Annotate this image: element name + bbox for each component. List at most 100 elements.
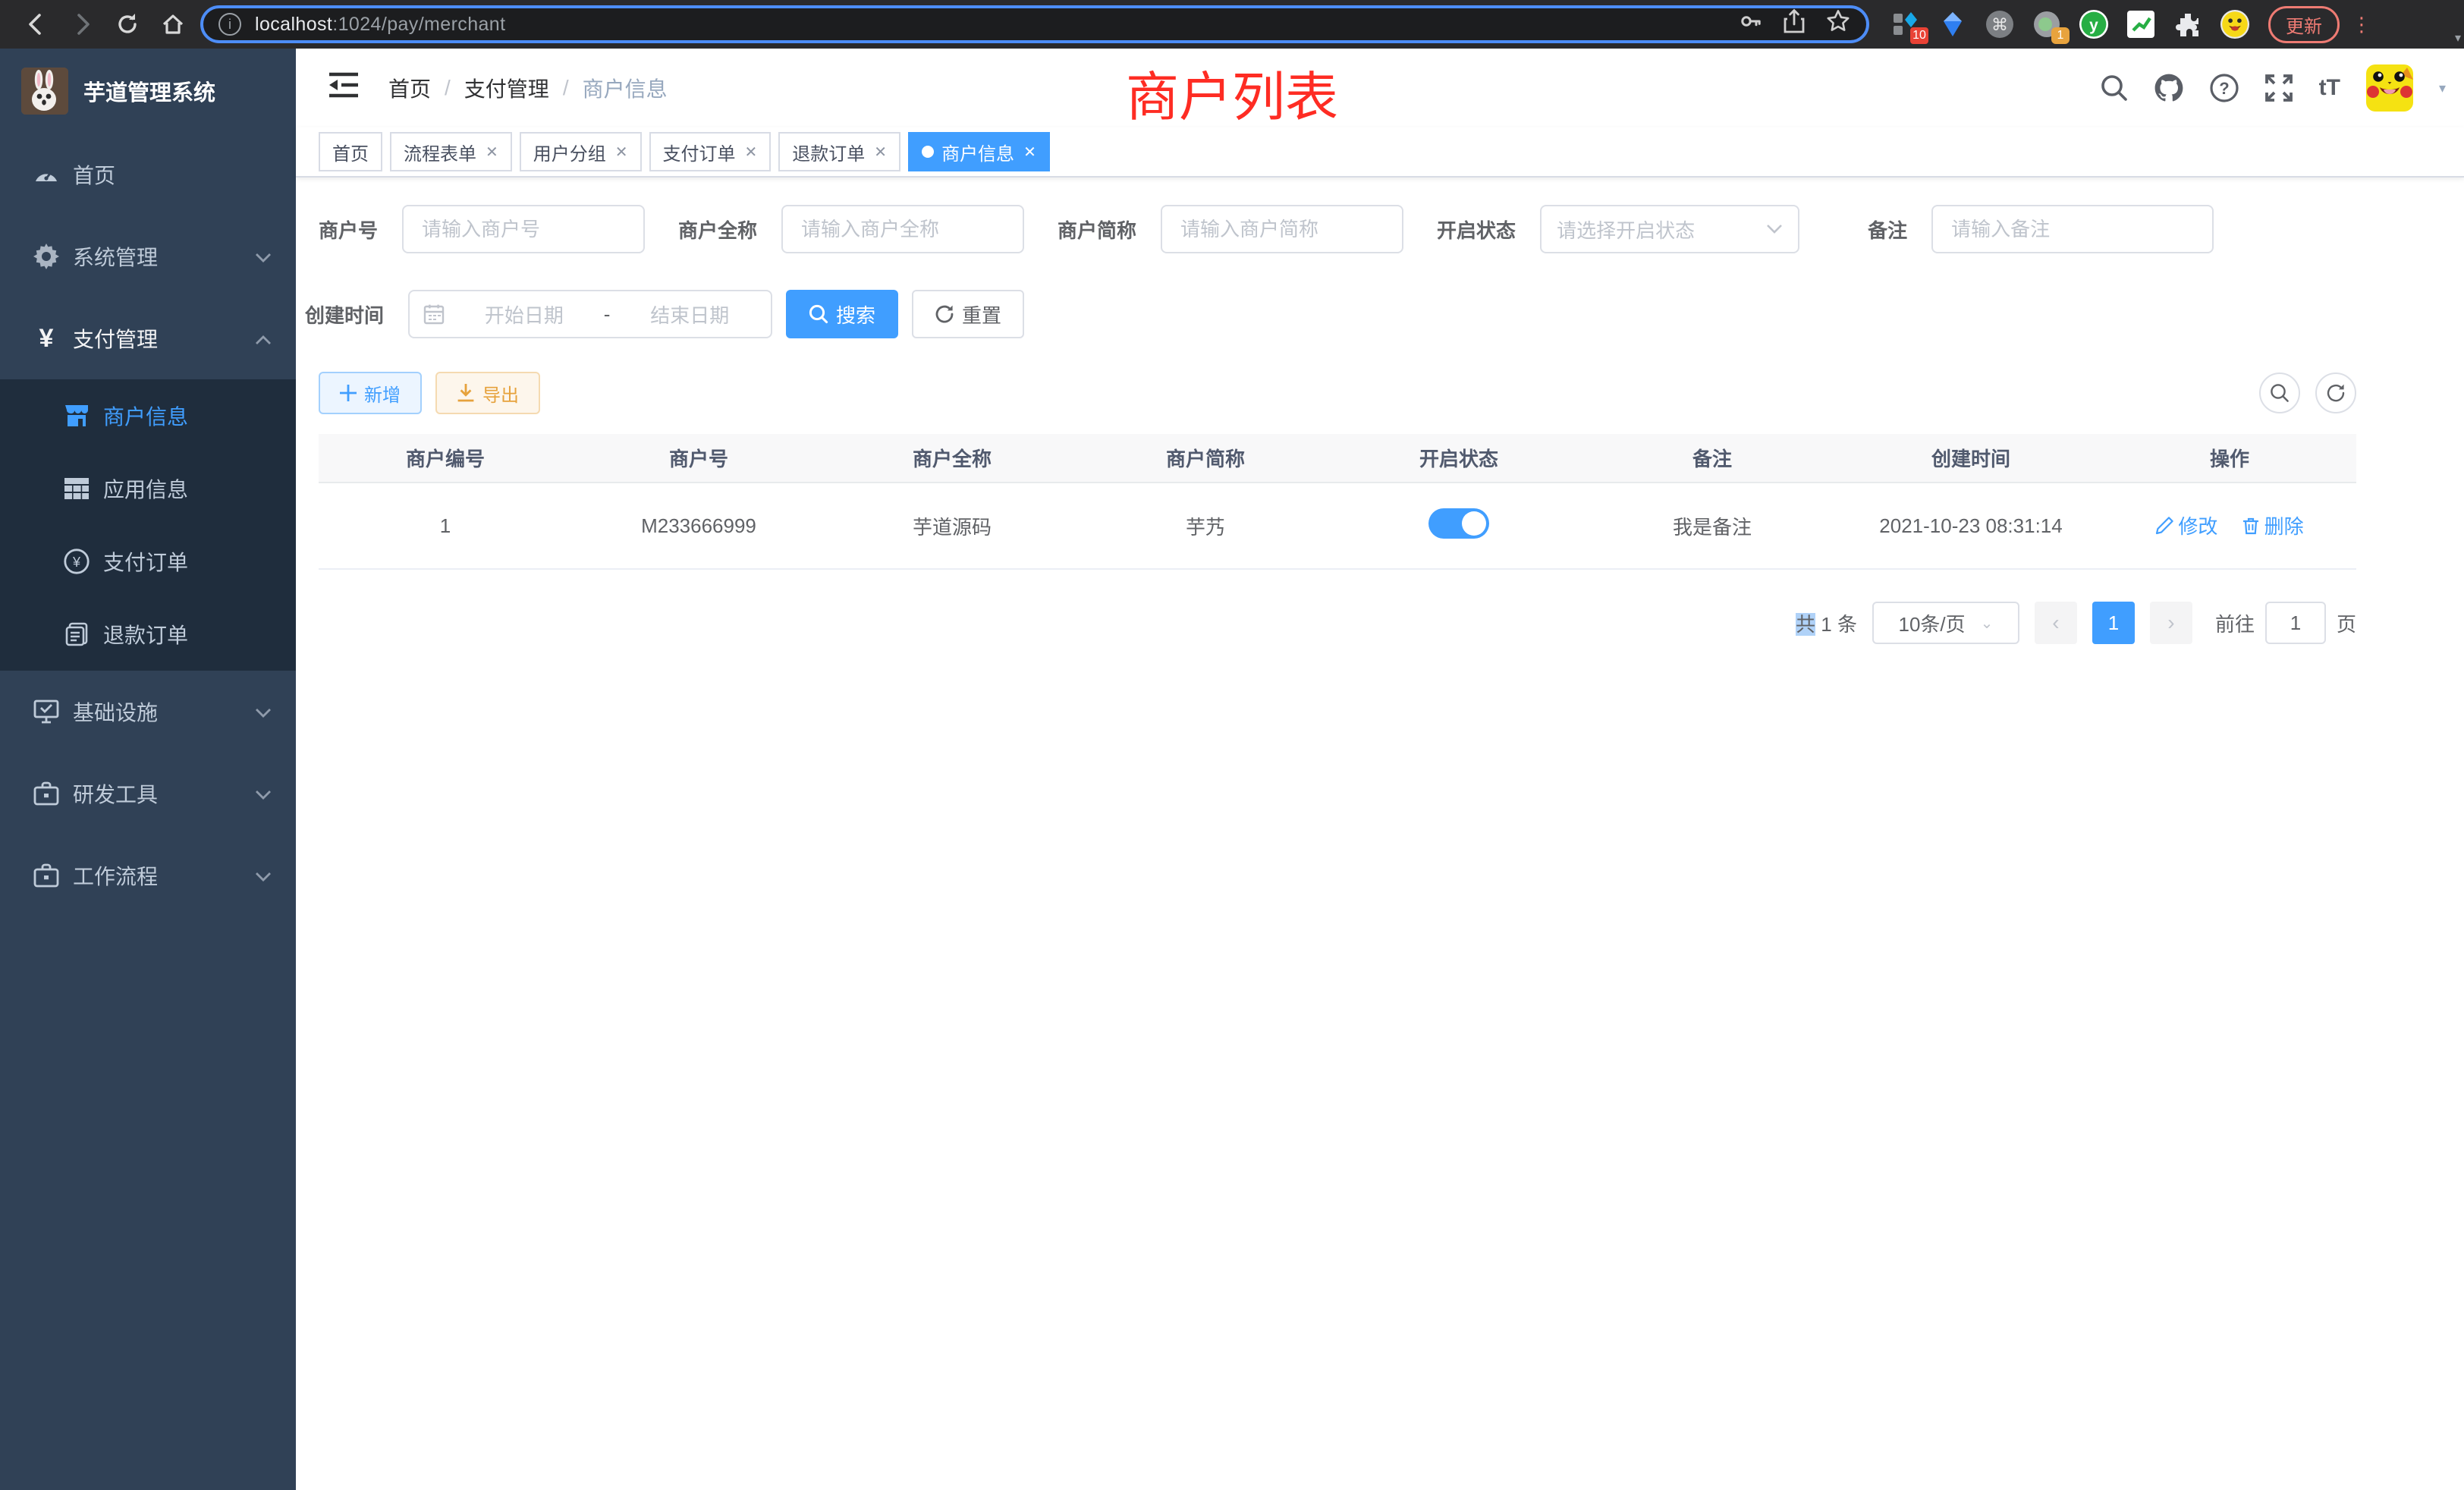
extension-command-icon[interactable]: ⌘ (1985, 9, 2015, 39)
refresh-icon (935, 304, 954, 324)
sidebar-item-devtools[interactable]: 研发工具 (0, 753, 296, 835)
full-name-input[interactable] (781, 205, 1024, 253)
close-icon[interactable]: ✕ (1023, 143, 1036, 162)
edit-button[interactable]: 修改 (2155, 511, 2217, 539)
close-icon[interactable]: ✕ (874, 143, 887, 162)
trash-icon (2242, 517, 2260, 535)
screen: i localhost:1024/pay/merchant 10 ⌘ 1 y (0, 0, 2464, 1490)
github-icon[interactable] (2154, 73, 2184, 103)
fullscreen-icon[interactable] (2264, 74, 2293, 102)
extension-badge: 10 (1910, 27, 1928, 44)
breadcrumb-home[interactable]: 首页 (388, 73, 431, 103)
tab-refund-order[interactable]: 退款订单✕ (778, 132, 900, 171)
short-name-label: 商户简称 (1058, 215, 1136, 244)
address-bar[interactable]: i localhost:1024/pay/merchant (200, 5, 1869, 43)
tab-merchant-info[interactable]: 商户信息✕ (908, 132, 1050, 171)
password-key-icon[interactable] (1737, 8, 1763, 40)
profile-avatar-icon[interactable] (2220, 9, 2250, 39)
refresh-table-button[interactable] (2315, 372, 2356, 413)
sidebar-item-label: 商户信息 (103, 401, 272, 431)
search-icon (2270, 383, 2290, 403)
date-end-placeholder[interactable]: 结束日期 (622, 300, 757, 328)
extensions-puzzle-icon[interactable] (2173, 9, 2203, 39)
extension-badge: 1 (2051, 27, 2070, 44)
col-create-time: 创建时间 (1839, 434, 2103, 483)
forward-icon[interactable] (70, 12, 94, 36)
status-select[interactable]: 请选择开启状态 (1540, 205, 1799, 253)
sidebar-item-label: 退款订单 (103, 619, 272, 649)
sidebar-item-infra[interactable]: 基础设施 (0, 671, 296, 753)
sidebar-item-label: 工作流程 (73, 860, 255, 891)
browser-update-button[interactable]: 更新 (2268, 6, 2340, 43)
hamburger-icon[interactable] (314, 72, 373, 104)
goto-page-input[interactable] (2265, 602, 2326, 644)
breadcrumb-separator: / (445, 76, 451, 100)
extension-chart-icon[interactable] (2126, 9, 2156, 39)
export-button[interactable]: 导出 (435, 372, 540, 414)
hide-search-button[interactable] (2259, 372, 2300, 413)
date-start-placeholder[interactable]: 开始日期 (457, 300, 592, 328)
chevron-up-icon (255, 326, 272, 350)
delete-button[interactable]: 删除 (2242, 511, 2304, 539)
reset-button[interactable]: 重置 (912, 290, 1024, 338)
close-icon[interactable]: ✕ (745, 143, 758, 162)
status-toggle[interactable] (1428, 508, 1489, 539)
browser-menu-icon[interactable]: ⋮ (2352, 17, 2371, 32)
extension-y-icon[interactable]: y (2079, 9, 2109, 39)
next-page-button[interactable]: › (2150, 602, 2192, 644)
col-merchant-id: 商户编号 (319, 434, 572, 483)
page-title-annotation: 商户列表 (1126, 55, 1338, 131)
yen-icon: ¥ (33, 324, 59, 354)
header-search-icon[interactable] (2101, 74, 2128, 102)
merchant-no-input[interactable] (402, 205, 645, 253)
cell-full-name: 芋道源码 (825, 483, 1079, 569)
sidebar-item-workflow[interactable]: 工作流程 (0, 835, 296, 916)
back-icon[interactable] (24, 12, 49, 36)
tab-home[interactable]: 首页 (319, 132, 382, 171)
extension-camera-icon[interactable]: 1 (2032, 9, 2062, 39)
breadcrumb-pay[interactable]: 支付管理 (464, 73, 549, 103)
sidebar-item-pay[interactable]: ¥ 支付管理 (0, 297, 296, 379)
font-size-icon[interactable]: tT (2319, 75, 2340, 101)
sidebar-item-pay-order[interactable]: ¥ 支付订单 (0, 525, 296, 598)
table-row: 1 M233666999 芋道源码 芋艿 我是备注 2021-10-23 08:… (319, 483, 2356, 569)
sidebar-item-refund-order[interactable]: 退款订单 (0, 598, 296, 671)
page-1-button[interactable]: 1 (2092, 602, 2135, 644)
sidebar-item-label: 首页 (73, 159, 272, 190)
document-icon (64, 622, 90, 646)
extension-gem-icon[interactable] (1938, 9, 1968, 39)
date-range-picker[interactable]: 开始日期 - 结束日期 (408, 290, 772, 338)
short-name-input[interactable] (1161, 205, 1403, 253)
search-button[interactable]: 搜索 (786, 290, 898, 338)
app-logo-row[interactable]: 芋道管理系统 (0, 49, 296, 134)
user-avatar[interactable] (2366, 64, 2413, 112)
close-icon[interactable]: ✕ (486, 143, 498, 162)
home-icon[interactable] (161, 12, 185, 36)
extension-grid-icon[interactable]: 10 (1890, 9, 1921, 39)
tab-pay-order[interactable]: 支付订单✕ (649, 132, 772, 171)
search-icon (809, 304, 828, 324)
site-info-icon[interactable]: i (218, 13, 241, 36)
browser-caret-icon[interactable]: ▾ (2455, 30, 2461, 46)
tab-user-group[interactable]: 用户分组✕ (520, 132, 642, 171)
bookmark-star-icon[interactable] (1825, 8, 1851, 40)
sidebar-item-home[interactable]: 首页 (0, 134, 296, 215)
page-size-select[interactable]: 10条/页⌄ (1872, 602, 2019, 644)
help-icon[interactable]: ? (2210, 74, 2239, 102)
prev-page-button[interactable]: ‹ (2035, 602, 2077, 644)
page-suffix: 页 (2337, 609, 2356, 637)
avatar-caret-icon[interactable]: ▾ (2439, 80, 2446, 96)
close-icon[interactable]: ✕ (615, 143, 628, 162)
chevron-down-icon (255, 781, 272, 806)
sidebar-item-app-info[interactable]: 应用信息 (0, 452, 296, 525)
tab-process-form[interactable]: 流程表单✕ (390, 132, 512, 171)
reload-icon[interactable] (115, 12, 140, 36)
share-icon[interactable] (1783, 8, 1806, 40)
add-button[interactable]: 新增 (319, 372, 422, 414)
svg-text:¥: ¥ (72, 555, 81, 570)
sidebar-item-system[interactable]: 系统管理 (0, 215, 296, 297)
refresh-icon (2326, 383, 2346, 403)
remark-input[interactable] (1931, 205, 2214, 253)
sidebar-item-merchant-info[interactable]: 商户信息 (0, 379, 296, 452)
toolbox-icon (33, 781, 59, 806)
